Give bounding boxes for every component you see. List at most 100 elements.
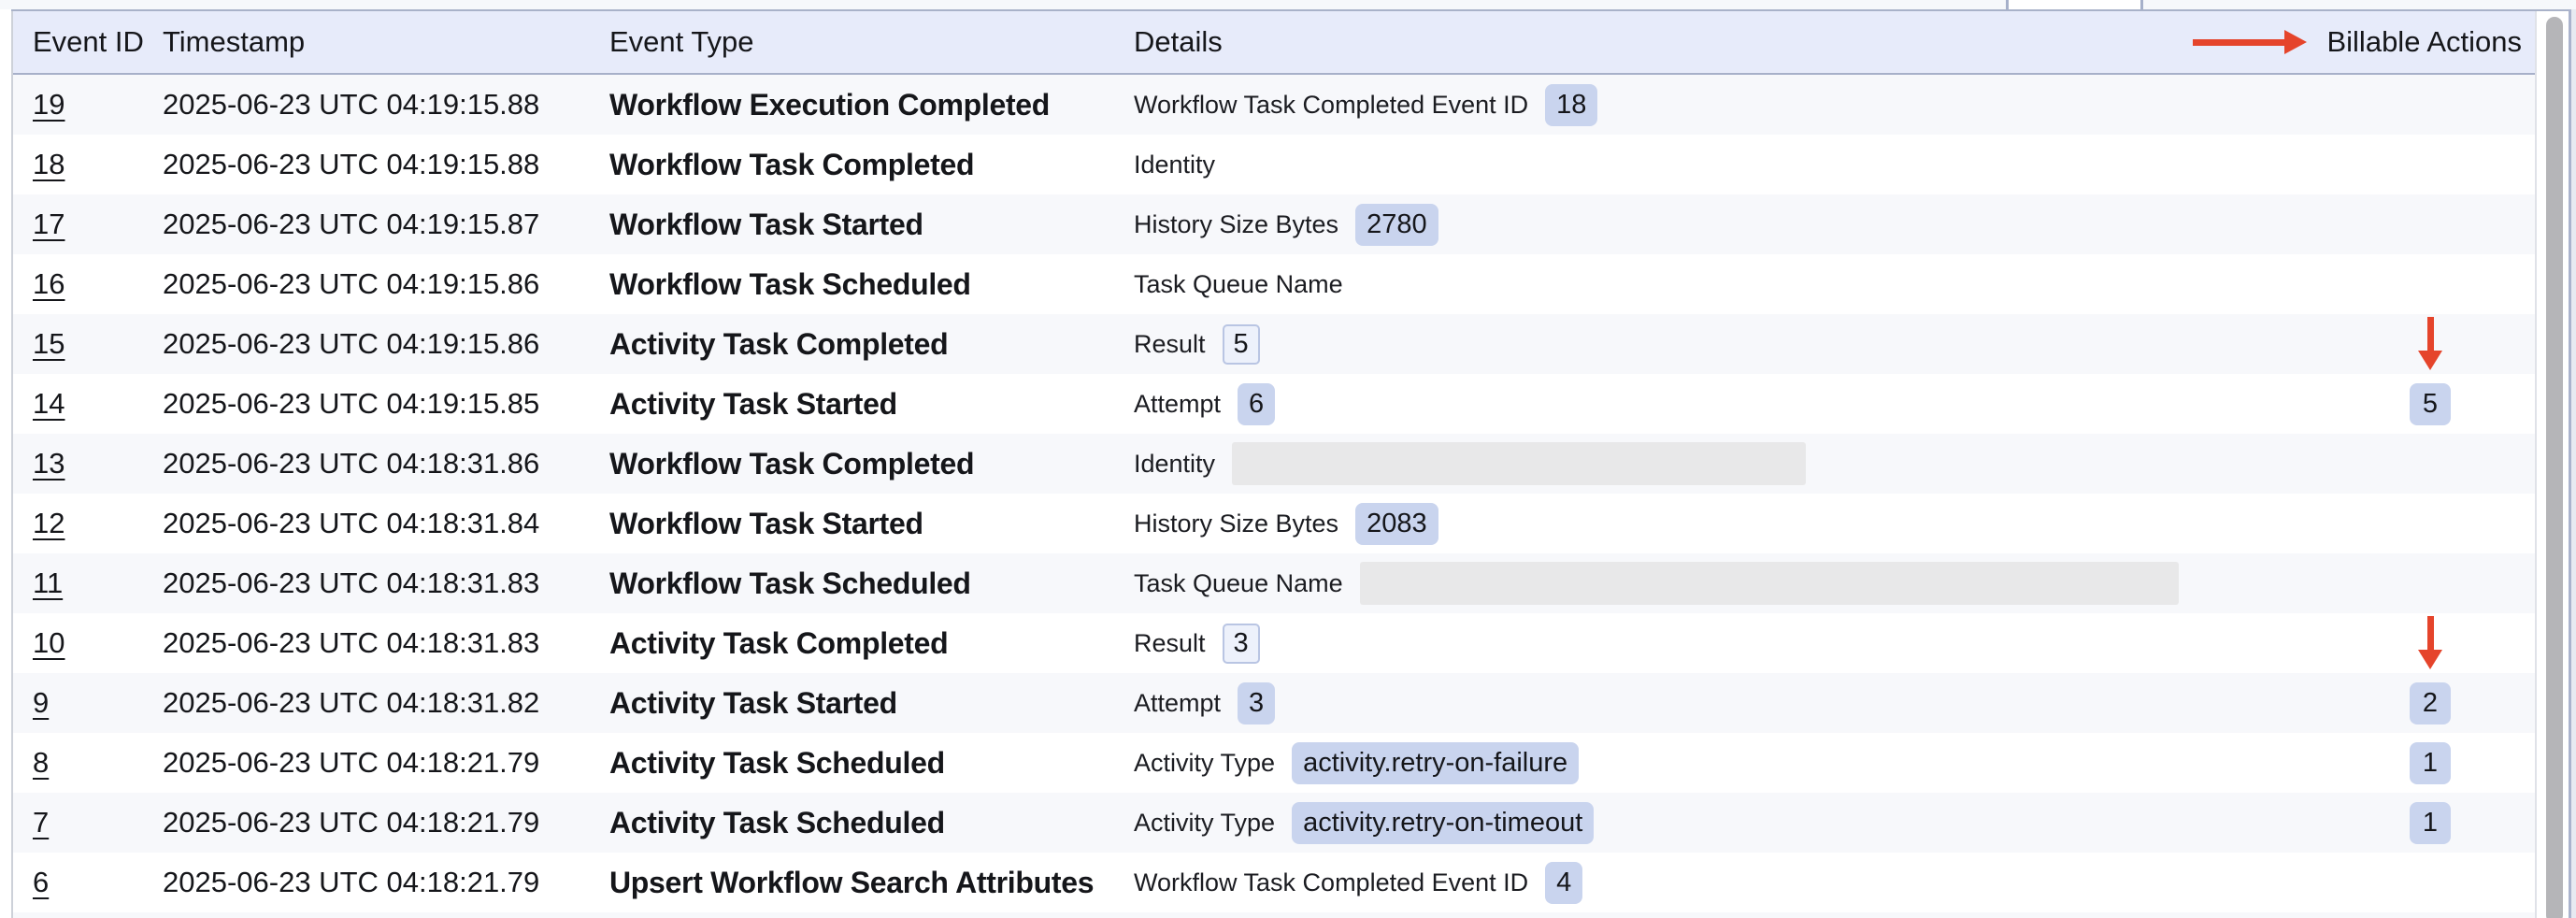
- billable-count-badge: 5: [2410, 383, 2451, 425]
- detail-label: Workflow Task Completed Event ID: [1134, 868, 1528, 897]
- table-row: 6 2025-06-23 UTC 04:18:21.79 Upsert Work…: [13, 853, 2535, 912]
- billable-actions-cell: 2: [2383, 673, 2477, 733]
- partial-next-row: [13, 912, 2535, 918]
- event-type-cell: Upsert Workflow Search Attributes: [609, 853, 1094, 912]
- detail-label: Task Queue Name: [1134, 569, 1343, 598]
- event-type-cell: Workflow Execution Completed: [609, 75, 1050, 135]
- table-row: 7 2025-06-23 UTC 04:18:21.79 Activity Ta…: [13, 793, 2535, 853]
- redacted-value: [1360, 562, 2179, 605]
- billable-actions-cell: 1: [2383, 793, 2477, 853]
- timestamp-cell: 2025-06-23 UTC 04:19:15.87: [163, 194, 539, 254]
- event-id-link[interactable]: 15: [33, 314, 64, 374]
- event-type-cell: Workflow Task Completed: [609, 135, 974, 194]
- event-id-link[interactable]: 10: [33, 613, 64, 673]
- timestamp-cell: 2025-06-23 UTC 04:18:21.79: [163, 733, 539, 793]
- detail-value-badge: activity.retry-on-failure: [1292, 742, 1579, 784]
- detail-label: Attempt: [1134, 390, 1221, 419]
- event-id-link[interactable]: 18: [33, 135, 64, 194]
- event-type-cell: Activity Task Completed: [609, 314, 948, 374]
- table-row: 10 2025-06-23 UTC 04:18:31.83 Activity T…: [13, 613, 2535, 673]
- table-row: 18 2025-06-23 UTC 04:19:15.88 Workflow T…: [13, 135, 2535, 194]
- billable-actions-cell: [2383, 75, 2477, 135]
- timestamp-cell: 2025-06-23 UTC 04:18:31.83: [163, 613, 539, 673]
- details-cell: Identity: [1134, 434, 1806, 494]
- details-cell: Attempt 6: [1134, 374, 1275, 434]
- detail-value-badge: 2780: [1355, 204, 1438, 246]
- event-id-link[interactable]: 14: [33, 374, 64, 434]
- event-id-link[interactable]: 8: [33, 733, 49, 793]
- red-down-arrow-annotation-icon: [2418, 616, 2442, 669]
- billable-actions-cell: [2383, 434, 2477, 494]
- timestamp-cell: 2025-06-23 UTC 04:19:15.86: [163, 254, 539, 314]
- billable-actions-cell: [2383, 613, 2477, 673]
- billable-count-badge: 1: [2410, 742, 2451, 784]
- details-cell: Task Queue Name: [1134, 553, 2179, 613]
- event-type-cell: Workflow Task Completed: [609, 434, 974, 494]
- timestamp-cell: 2025-06-23 UTC 04:18:21.79: [163, 853, 539, 912]
- event-history-table: Event ID Timestamp Event Type Details Bi…: [11, 11, 2537, 918]
- billable-actions-cell: [2383, 553, 2477, 613]
- detail-label: Activity Type: [1134, 809, 1275, 838]
- vertical-scrollbar-thumb[interactable]: [2546, 17, 2563, 918]
- detail-label: Result: [1134, 330, 1206, 359]
- top-strip: [0, 0, 2576, 9]
- table-row: 12 2025-06-23 UTC 04:18:31.84 Workflow T…: [13, 494, 2535, 553]
- timestamp-cell: 2025-06-23 UTC 04:18:31.84: [163, 494, 539, 553]
- table-row: 19 2025-06-23 UTC 04:19:15.88 Workflow E…: [13, 75, 2535, 135]
- detail-value-badge: 3: [1238, 682, 1275, 724]
- billable-actions-cell: [2383, 853, 2477, 912]
- details-cell: History Size Bytes 2780: [1134, 194, 1438, 254]
- event-type-cell: Activity Task Started: [609, 673, 897, 733]
- detail-value-badge: 18: [1545, 84, 1597, 126]
- event-id-link[interactable]: 16: [33, 254, 64, 314]
- event-id-link[interactable]: 19: [33, 75, 64, 135]
- column-header-timestamp: Timestamp: [163, 11, 305, 73]
- billable-count-badge: 2: [2410, 682, 2451, 724]
- detail-value-badge: 2083: [1355, 503, 1438, 545]
- billable-actions-cell: [2383, 254, 2477, 314]
- popover-bottom-edge: [2006, 0, 2143, 9]
- event-id-link[interactable]: 13: [33, 434, 64, 494]
- billable-actions-cell: 5: [2383, 374, 2477, 434]
- details-cell: Result 3: [1134, 613, 1260, 673]
- event-id-link[interactable]: 17: [33, 194, 64, 254]
- table-row: 8 2025-06-23 UTC 04:18:21.79 Activity Ta…: [13, 733, 2535, 793]
- event-id-link[interactable]: 6: [33, 853, 49, 912]
- event-type-cell: Workflow Task Scheduled: [609, 553, 971, 613]
- table-row: 17 2025-06-23 UTC 04:19:15.87 Workflow T…: [13, 194, 2535, 254]
- billable-count-badge: 1: [2410, 802, 2451, 844]
- event-id-link[interactable]: 9: [33, 673, 49, 733]
- detail-value-badge: 4: [1545, 862, 1582, 904]
- timestamp-cell: 2025-06-23 UTC 04:18:21.79: [163, 793, 539, 853]
- details-cell: Identity: [1134, 135, 1215, 194]
- details-cell: Workflow Task Completed Event ID 4: [1134, 853, 1582, 912]
- table-row: 15 2025-06-23 UTC 04:19:15.86 Activity T…: [13, 314, 2535, 374]
- event-id-link[interactable]: 7: [33, 793, 49, 853]
- event-type-cell: Activity Task Scheduled: [609, 793, 945, 853]
- column-header-event-id: Event ID: [33, 11, 144, 73]
- details-cell: Workflow Task Completed Event ID 18: [1134, 75, 1597, 135]
- detail-label: Workflow Task Completed Event ID: [1134, 91, 1528, 120]
- event-type-cell: Workflow Task Scheduled: [609, 254, 971, 314]
- billable-actions-cell: [2383, 494, 2477, 553]
- details-cell: Result 5: [1134, 314, 1260, 374]
- detail-label: Activity Type: [1134, 749, 1275, 778]
- details-cell: Attempt 3: [1134, 673, 1275, 733]
- detail-label: Identity: [1134, 450, 1215, 479]
- detail-value-badge: 5: [1223, 324, 1260, 365]
- detail-label: Task Queue Name: [1134, 270, 1343, 299]
- table-row: 14 2025-06-23 UTC 04:19:15.85 Activity T…: [13, 374, 2535, 434]
- table-row: 9 2025-06-23 UTC 04:18:31.82 Activity Ta…: [13, 673, 2535, 733]
- table-row: 13 2025-06-23 UTC 04:18:31.86 Workflow T…: [13, 434, 2535, 494]
- detail-label: Attempt: [1134, 689, 1221, 718]
- event-id-link[interactable]: 11: [33, 553, 63, 613]
- detail-value-badge: activity.retry-on-timeout: [1292, 802, 1594, 844]
- billable-actions-cell: [2383, 314, 2477, 374]
- table-row: 16 2025-06-23 UTC 04:19:15.86 Workflow T…: [13, 254, 2535, 314]
- event-type-cell: Workflow Task Started: [609, 194, 923, 254]
- details-cell: Task Queue Name: [1134, 254, 1343, 314]
- details-cell: Activity Type activity.retry-on-timeout: [1134, 793, 1594, 853]
- column-header-event-type: Event Type: [609, 11, 754, 73]
- event-id-link[interactable]: 12: [33, 494, 64, 553]
- detail-label: History Size Bytes: [1134, 509, 1338, 538]
